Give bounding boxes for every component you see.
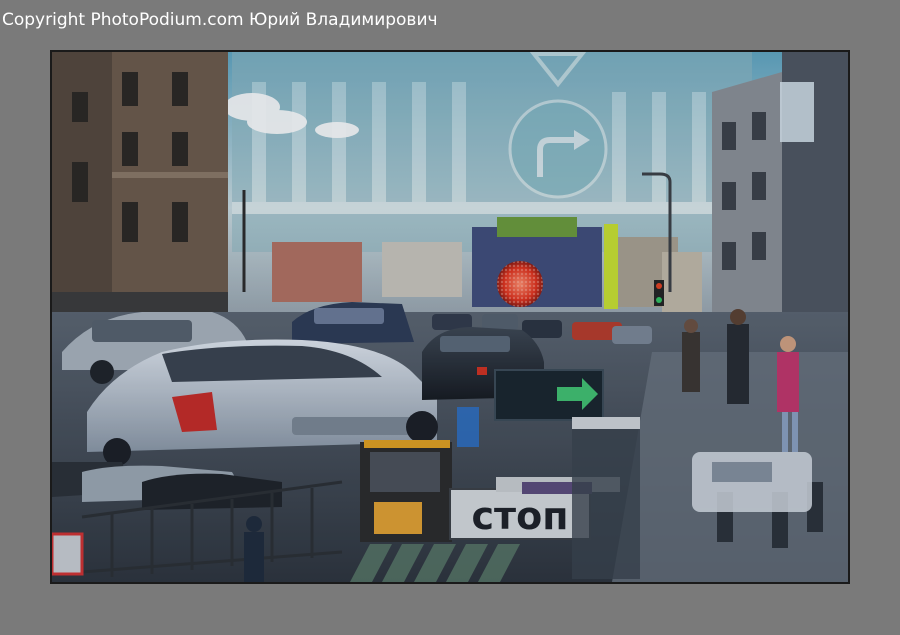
page: Copyright PhotoPodium.com Юрий Владимиро… (0, 0, 900, 635)
copyright-watermark: Copyright PhotoPodium.com Юрий Владимиро… (2, 10, 438, 30)
street-photo: стоп (52, 52, 848, 582)
photo-frame: стоп (50, 50, 850, 584)
